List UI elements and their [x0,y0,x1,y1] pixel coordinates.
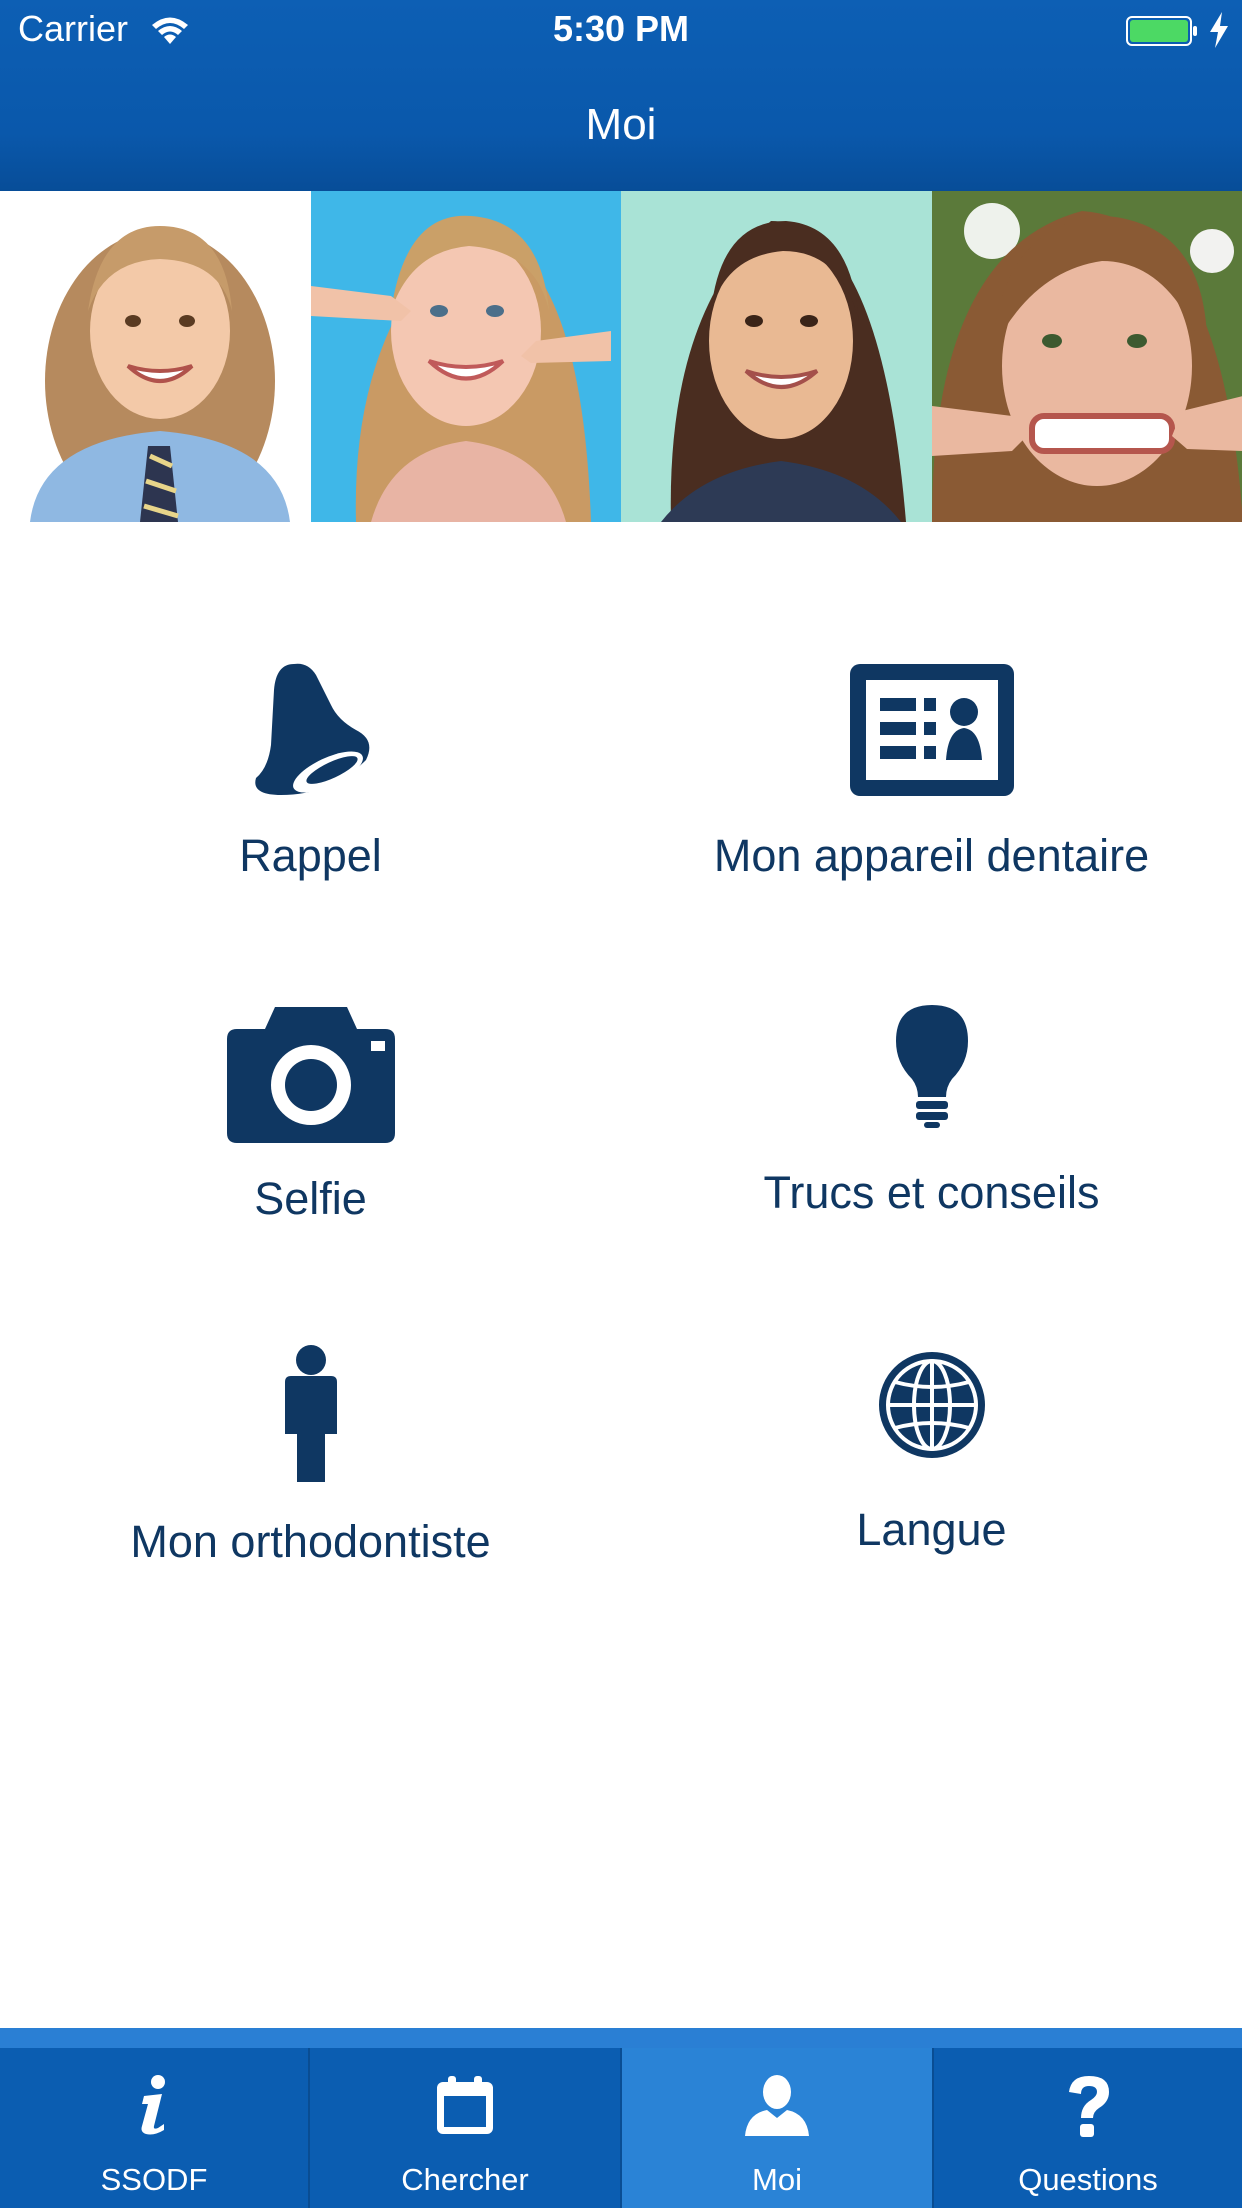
photo-teen-braces-pointing [310,191,621,522]
tab-chercher[interactable]: Chercher [310,2048,620,2208]
menu-item-selfie[interactable]: Selfie [0,995,621,1295]
menu-label: Selfie [254,1173,367,1224]
menu-item-langue[interactable]: Langue [621,1340,1242,1640]
menu-label: Langue [856,1504,1007,1555]
photo-girl-stretching-mouth [931,191,1242,522]
camera-icon [226,1007,395,1143]
battery-icon [1126,16,1197,46]
page-title: Moi [585,100,657,149]
tab-questions[interactable]: Questions [934,2048,1242,2208]
person-icon [284,1345,337,1482]
photo-teen-braces-smile [621,191,932,522]
question-icon [1069,2076,1109,2137]
menu-item-trucs-et-conseils[interactable]: Trucs et conseils [621,995,1242,1295]
bell-icon [254,663,369,795]
user-icon [745,2075,809,2136]
tab-label: SSODF [100,2162,208,2197]
header: Carrier 5:30 PM Moi [0,0,1242,191]
status-time: 5:30 PM [552,8,690,49]
tab-moi[interactable]: Moi [622,2048,932,2208]
photo-child-smiling [0,191,311,522]
tab-bar: SSODF Chercher Moi Questions [0,2028,1242,2208]
menu-item-rappel[interactable]: Rappel [0,650,621,950]
lightbulb-icon [895,1005,968,1128]
menu-label: Rappel [239,830,382,881]
tab-label: Chercher [401,2162,529,2197]
id-card-icon [849,664,1014,796]
info-icon [141,2075,165,2135]
status-bar: Carrier 5:30 PM [0,0,1242,64]
calendar-icon [437,2076,493,2134]
menu-label: Trucs et conseils [763,1167,1100,1218]
tab-bar-top-border [0,2028,1242,2048]
globe-icon [878,1352,985,1458]
charging-icon [1210,12,1228,48]
tab-label: Moi [752,2162,802,2197]
menu-item-mon-orthodontiste[interactable]: Mon orthodontiste [0,1340,621,1640]
tab-ssodf[interactable]: SSODF [0,2048,308,2208]
menu-label: Mon orthodontiste [130,1516,491,1567]
tab-label: Questions [1018,2162,1158,2197]
menu-item-mon-appareil-dentaire[interactable]: Mon appareil dentaire [621,650,1242,950]
menu-label: Mon appareil dentaire [713,830,1150,881]
photo-banner [0,191,1242,522]
